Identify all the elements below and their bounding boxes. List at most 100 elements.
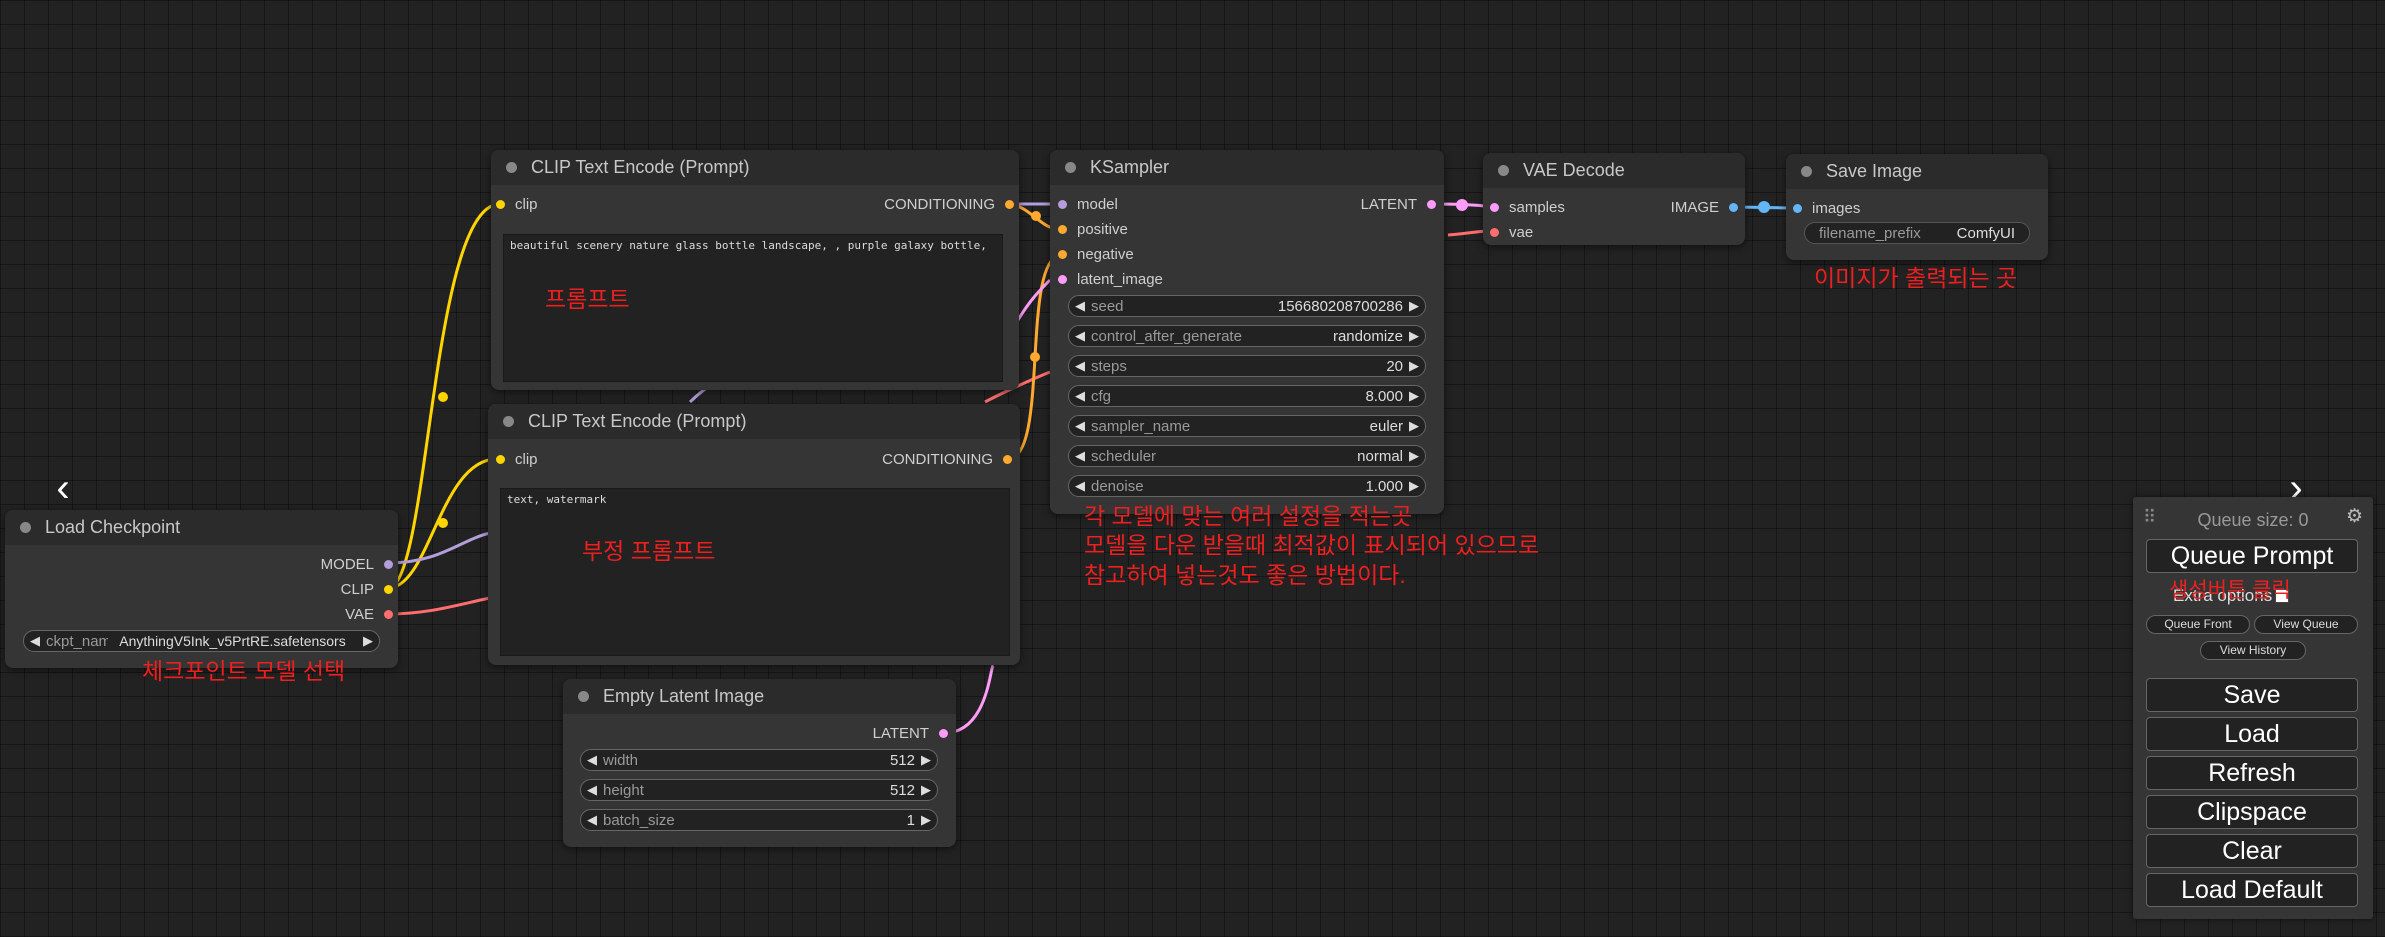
input-slot-vae[interactable]: vae xyxy=(1490,223,1533,241)
node-title-bar[interactable]: VAE Decode xyxy=(1483,153,1745,188)
node-title-bar[interactable]: CLIP Text Encode (Prompt) xyxy=(488,404,1020,439)
slot-pin[interactable] xyxy=(384,609,393,619)
slot-pin[interactable] xyxy=(1729,202,1738,212)
save-button[interactable]: Save xyxy=(2146,678,2358,712)
queue-prompt-button[interactable]: Queue Prompt xyxy=(2146,539,2358,573)
collapse-dot[interactable] xyxy=(1498,165,1509,176)
slot-pin[interactable] xyxy=(1005,199,1014,209)
view-history-button[interactable]: View History xyxy=(2200,641,2306,660)
decrement-arrow-icon[interactable]: ◀ xyxy=(1069,298,1091,314)
clipspace-button[interactable]: Clipspace xyxy=(2146,795,2358,829)
node-title-bar[interactable]: CLIP Text Encode (Prompt) xyxy=(491,150,1019,185)
slot-pin[interactable] xyxy=(1003,454,1012,464)
control-after-generate-widget[interactable]: ◀ control_after_generate randomize ▶ xyxy=(1068,325,1426,347)
increment-arrow-icon[interactable]: ▶ xyxy=(1403,478,1425,494)
output-slot-vae[interactable]: VAE xyxy=(345,605,393,623)
load-checkpoint-node[interactable]: Load Checkpoint MODEL CLIP VAE ◀ ckpt_na… xyxy=(5,510,398,668)
output-slot-latent[interactable]: LATENT xyxy=(1361,195,1436,213)
increment-arrow-icon[interactable]: ▶ xyxy=(915,752,937,768)
output-slot-clip[interactable]: CLIP xyxy=(341,580,393,598)
decrement-arrow-icon[interactable]: ◀ xyxy=(581,812,603,828)
node-title-bar[interactable]: Empty Latent Image xyxy=(563,679,956,714)
vae-decode-node[interactable]: VAE Decode samples vae IMAGE xyxy=(1483,153,1745,245)
decrement-arrow-icon[interactable]: ◀ xyxy=(24,633,46,649)
empty-latent-image-node[interactable]: Empty Latent Image LATENT ◀ width 512 ▶ … xyxy=(563,679,956,847)
ksampler-node[interactable]: KSampler model positive negative latent_… xyxy=(1050,150,1444,514)
collapse-dot[interactable] xyxy=(503,416,514,427)
collapse-dot[interactable] xyxy=(506,162,517,173)
increment-arrow-icon[interactable]: ▶ xyxy=(1403,328,1425,344)
sampler-name-widget[interactable]: ◀ sampler_name euler ▶ xyxy=(1068,415,1426,437)
batch-size-widget[interactable]: ◀ batch_size 1 ▶ xyxy=(580,809,938,831)
denoise-widget[interactable]: ◀ denoise 1.000 ▶ xyxy=(1068,475,1426,497)
increment-arrow-icon[interactable]: ▶ xyxy=(357,633,379,649)
save-image-node[interactable]: Save Image images filename_prefix ComfyU… xyxy=(1786,154,2048,260)
input-slot-images[interactable]: images xyxy=(1793,199,1860,217)
collapse-dot[interactable] xyxy=(1801,166,1812,177)
collapse-dot[interactable] xyxy=(1065,162,1076,173)
increment-arrow-icon[interactable]: ▶ xyxy=(915,812,937,828)
slot-pin[interactable] xyxy=(1427,199,1436,209)
scheduler-widget[interactable]: ◀ scheduler normal ▶ xyxy=(1068,445,1426,467)
steps-widget[interactable]: ◀ steps 20 ▶ xyxy=(1068,355,1426,377)
load-default-button[interactable]: Load Default xyxy=(2146,873,2358,907)
slot-pin[interactable] xyxy=(1058,274,1067,284)
increment-arrow-icon[interactable]: ▶ xyxy=(1403,298,1425,314)
slot-pin[interactable] xyxy=(1058,249,1067,259)
slot-pin[interactable] xyxy=(384,584,393,594)
decrement-arrow-icon[interactable]: ◀ xyxy=(1069,328,1091,344)
slot-pin[interactable] xyxy=(1058,199,1067,209)
slot-pin[interactable] xyxy=(1490,202,1499,212)
input-slot-negative[interactable]: negative xyxy=(1058,245,1134,263)
height-widget[interactable]: ◀ height 512 ▶ xyxy=(580,779,938,801)
filename-prefix-widget[interactable]: filename_prefix ComfyUI xyxy=(1804,222,2030,244)
clip-text-encode-negative-node[interactable]: CLIP Text Encode (Prompt) clip CONDITION… xyxy=(488,404,1020,665)
slot-pin[interactable] xyxy=(1490,227,1499,237)
slot-pin[interactable] xyxy=(939,728,948,738)
decrement-arrow-icon[interactable]: ◀ xyxy=(1069,448,1091,464)
slot-pin[interactable] xyxy=(1058,224,1067,234)
input-slot-samples[interactable]: samples xyxy=(1490,198,1565,216)
ckpt-name-combo[interactable]: ◀ ckpt_name AnythingV5Ink_v5PrtRE.safete… xyxy=(23,630,380,652)
output-slot-conditioning[interactable]: CONDITIONING xyxy=(884,195,1014,213)
input-slot-latent-image[interactable]: latent_image xyxy=(1058,270,1163,288)
chevron-left-icon[interactable]: ‹ xyxy=(43,468,83,508)
view-queue-button[interactable]: View Queue xyxy=(2254,615,2358,634)
refresh-button[interactable]: Refresh xyxy=(2146,756,2358,790)
node-title-bar[interactable]: Save Image xyxy=(1786,154,2048,189)
output-slot-image[interactable]: IMAGE xyxy=(1671,198,1738,216)
node-title-bar[interactable]: Load Checkpoint xyxy=(5,510,398,545)
negative-prompt-textarea[interactable]: text, watermark xyxy=(500,488,1010,656)
decrement-arrow-icon[interactable]: ◀ xyxy=(1069,388,1091,404)
collapse-dot[interactable] xyxy=(20,522,31,533)
input-slot-clip[interactable]: clip xyxy=(496,450,538,468)
increment-arrow-icon[interactable]: ▶ xyxy=(1403,448,1425,464)
decrement-arrow-icon[interactable]: ◀ xyxy=(581,752,603,768)
output-slot-conditioning[interactable]: CONDITIONING xyxy=(882,450,1012,468)
increment-arrow-icon[interactable]: ▶ xyxy=(1403,358,1425,374)
clip-text-encode-positive-node[interactable]: CLIP Text Encode (Prompt) clip CONDITION… xyxy=(491,150,1019,390)
output-slot-model[interactable]: MODEL xyxy=(321,555,393,573)
output-slot-latent[interactable]: LATENT xyxy=(873,724,948,742)
slot-pin[interactable] xyxy=(496,199,505,209)
queue-front-button[interactable]: Queue Front xyxy=(2146,615,2250,634)
input-slot-clip[interactable]: clip xyxy=(496,195,538,213)
load-button[interactable]: Load xyxy=(2146,717,2358,751)
node-title-bar[interactable]: KSampler xyxy=(1050,150,1444,185)
seed-widget[interactable]: ◀ seed 156680208700286 ▶ xyxy=(1068,295,1426,317)
gear-icon[interactable]: ⚙ xyxy=(2346,505,2363,528)
input-slot-positive[interactable]: positive xyxy=(1058,220,1128,238)
width-widget[interactable]: ◀ width 512 ▶ xyxy=(580,749,938,771)
increment-arrow-icon[interactable]: ▶ xyxy=(1403,388,1425,404)
decrement-arrow-icon[interactable]: ◀ xyxy=(1069,418,1091,434)
decrement-arrow-icon[interactable]: ◀ xyxy=(581,782,603,798)
increment-arrow-icon[interactable]: ▶ xyxy=(1403,418,1425,434)
clear-button[interactable]: Clear xyxy=(2146,834,2358,868)
decrement-arrow-icon[interactable]: ◀ xyxy=(1069,478,1091,494)
decrement-arrow-icon[interactable]: ◀ xyxy=(1069,358,1091,374)
increment-arrow-icon[interactable]: ▶ xyxy=(915,782,937,798)
input-slot-model[interactable]: model xyxy=(1058,195,1118,213)
cfg-widget[interactable]: ◀ cfg 8.000 ▶ xyxy=(1068,385,1426,407)
collapse-dot[interactable] xyxy=(578,691,589,702)
slot-pin[interactable] xyxy=(1793,203,1802,213)
